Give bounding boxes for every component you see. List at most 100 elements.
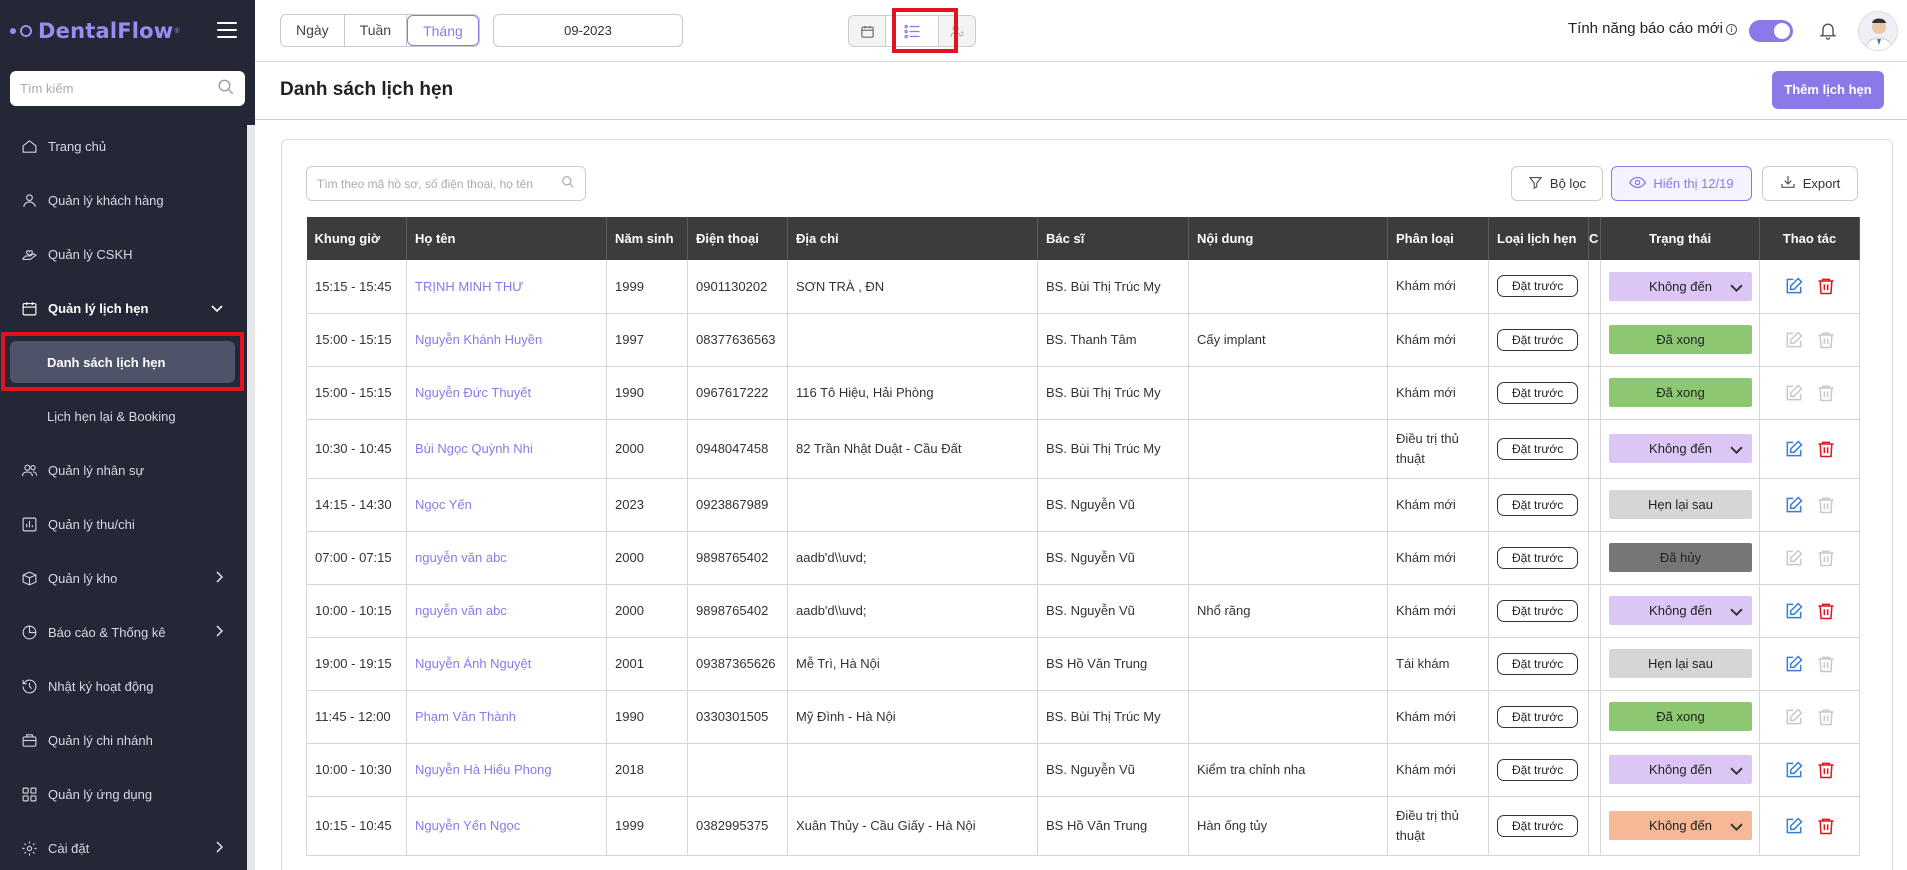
birth-year-cell: 2023 [606,478,688,532]
name-cell[interactable]: Bùi Ngọc Quỳnh Nhi [406,419,607,479]
edit-icon[interactable] [1784,654,1804,674]
period-tab-0[interactable]: Ngày [281,15,345,46]
sidebar-search-input[interactable] [20,81,217,96]
category-cell: Tái khám [1387,637,1489,691]
table-row[interactable]: 11:45 - 12:00 Phạm Văn Thành 1990 033030150… [306,690,1860,744]
table-row[interactable]: 19:00 - 19:15 Nguyễn Ánh Nguyệt 2001 093873… [306,637,1860,691]
period-tab-1[interactable]: Tuần [344,15,408,46]
sidebar-item-8[interactable]: Nhật ký hoạt động [0,659,245,713]
table-row[interactable]: 10:00 - 10:30 Nguyễn Hà Hiếu Phong 2018 BS.… [306,743,1860,797]
delete-icon [1816,707,1836,727]
edit-icon[interactable] [1784,439,1804,459]
status-badge[interactable]: Không đến [1609,596,1752,625]
name-cell[interactable]: Nguyễn Hà Hiếu Phong [406,743,607,797]
sidebar-item-7[interactable]: Báo cáo & Thống kê [0,605,245,659]
table-row[interactable]: 07:00 - 07:15 nguyễn văn abc 2000 989876540… [306,531,1860,585]
table-row[interactable]: 10:15 - 10:45 Nguyễn Yến Ngọc 1999 03829953… [306,796,1860,856]
birth-year-cell: 1999 [606,260,688,314]
name-cell[interactable]: nguyễn văn abc [406,584,607,638]
export-button[interactable]: Export [1762,166,1858,201]
display-columns-button[interactable]: Hiển thị 12/19 [1611,166,1752,201]
table-row[interactable]: 15:00 - 15:15 Nguyễn Khánh Huyền 1997 08377… [306,313,1860,367]
search-icon[interactable] [561,175,575,192]
logo[interactable]: DentalFlow ® [0,0,255,62]
status-badge[interactable]: Không đến [1609,271,1752,301]
name-cell[interactable]: Nguyễn Yến Ngọc [406,796,607,856]
status-badge[interactable]: Không đến [1609,434,1752,463]
name-cell[interactable]: Phạm Văn Thành [406,690,607,744]
phone-cell: 0948047458 [687,419,788,479]
chevron-down-icon[interactable] [1730,605,1743,620]
category-cell: Khám mới [1387,690,1489,744]
sidebar-item-6[interactable]: Quản lý kho [0,551,245,605]
delete-icon[interactable] [1816,439,1836,459]
sidebar-item-5[interactable]: Quản lý thu/chi [0,497,245,551]
column-header: Thao tác [1759,217,1860,260]
chevron-down-icon[interactable] [1730,820,1743,835]
appointment-type-cell: Đặt trước [1488,366,1589,420]
search-icon[interactable] [217,78,235,99]
name-cell[interactable]: TRỊNH MINH THƯ [406,260,607,314]
hamburger-menu-icon[interactable] [217,22,237,38]
doctor-cell: BS. Nguyễn Vũ [1037,478,1189,532]
chevron-down-icon[interactable] [1730,764,1743,779]
edit-icon[interactable] [1784,276,1804,296]
sidebar-item-3[interactable]: Quản lý lịch hẹn [0,281,245,335]
hidden-column-cell [1588,531,1601,585]
phone-cell: 09387365626 [687,637,788,691]
sidebar-scrollbar[interactable] [247,125,255,870]
delete-icon[interactable] [1816,760,1836,780]
bell-icon[interactable] [1818,19,1838,44]
sidebar-item-1[interactable]: Quản lý khách hàng [0,173,245,227]
period-tab-2[interactable]: Tháng [407,15,479,46]
table-search-input[interactable] [317,176,561,191]
chevron-right-icon[interactable] [215,841,224,856]
info-icon[interactable]: i [1725,24,1737,35]
sidebar-item-11[interactable]: Cài đặt [0,821,245,870]
chevron-right-icon[interactable] [215,625,224,640]
chevron-down-icon[interactable] [1730,281,1743,296]
month-picker[interactable]: 09-2023 [493,14,683,47]
table-row[interactable]: 10:00 - 10:15 nguyễn văn abc 2000 989876540… [306,584,1860,638]
table-row[interactable]: 15:15 - 15:45 TRỊNH MINH THƯ 1999 090113020… [306,260,1860,314]
table-row[interactable]: 15:00 - 15:15 Nguyễn Đức Thuyết 1990 096761… [306,366,1860,420]
sidebar-item-10[interactable]: Quản lý ứng dụng [0,767,245,821]
chevron-down-icon[interactable] [1730,443,1743,458]
sidebar-item-2[interactable]: Quản lý CSKH [0,227,245,281]
delete-icon[interactable] [1816,276,1836,296]
name-cell[interactable]: nguyễn văn abc [406,531,607,585]
avatar[interactable] [1858,11,1898,51]
content-cell: Cấy implant [1188,313,1388,367]
hidden-column-cell [1588,260,1601,314]
sidebar-item-9[interactable]: Quản lý chi nhánh [0,713,245,767]
calendar-view-icon[interactable] [849,16,885,46]
status-badge[interactable]: Không đến [1609,755,1752,784]
name-cell[interactable]: Nguyễn Ánh Nguyệt [406,637,607,691]
delete-icon[interactable] [1816,601,1836,621]
name-cell[interactable]: Nguyễn Đức Thuyết [406,366,607,420]
status-label: Không đến [1649,762,1712,777]
report-icon [20,623,38,641]
edit-icon[interactable] [1784,816,1804,836]
appointment-type-badge: Đặt trước [1497,381,1579,404]
table-row[interactable]: 14:15 - 14:30 Ngọc Yến 2023 0923867989 BS. N… [306,478,1860,532]
edit-icon[interactable] [1784,495,1804,515]
add-appointment-button[interactable]: Thêm lịch hẹn [1772,71,1884,109]
sidebar-item-0[interactable]: Trang chủ [0,119,245,173]
report-toggle[interactable] [1749,20,1793,42]
name-cell[interactable]: Ngọc Yến [406,478,607,532]
filter-button[interactable]: Bộ lọc [1511,166,1603,201]
name-cell[interactable]: Nguyễn Khánh Huyền [406,313,607,367]
sidebar-item-label: Nhật ký hoạt động [48,678,154,694]
period-switcher: Ngày Tuần Tháng [280,14,480,47]
table-row[interactable]: 10:30 - 10:45 Bùi Ngọc Quỳnh Nhi 2000 09480… [306,419,1860,479]
sidebar-item-4[interactable]: Quản lý nhân sự [0,443,245,497]
time-cell: 10:00 - 10:30 [306,743,407,797]
edit-icon[interactable] [1784,760,1804,780]
chevron-right-icon[interactable] [215,571,224,586]
sidebar-subitem-1[interactable]: Lịch hẹn lại & Booking [0,389,245,443]
status-badge[interactable]: Không đến [1609,811,1752,840]
edit-icon[interactable] [1784,601,1804,621]
delete-icon[interactable] [1816,816,1836,836]
chevron-down-icon[interactable] [211,301,223,316]
